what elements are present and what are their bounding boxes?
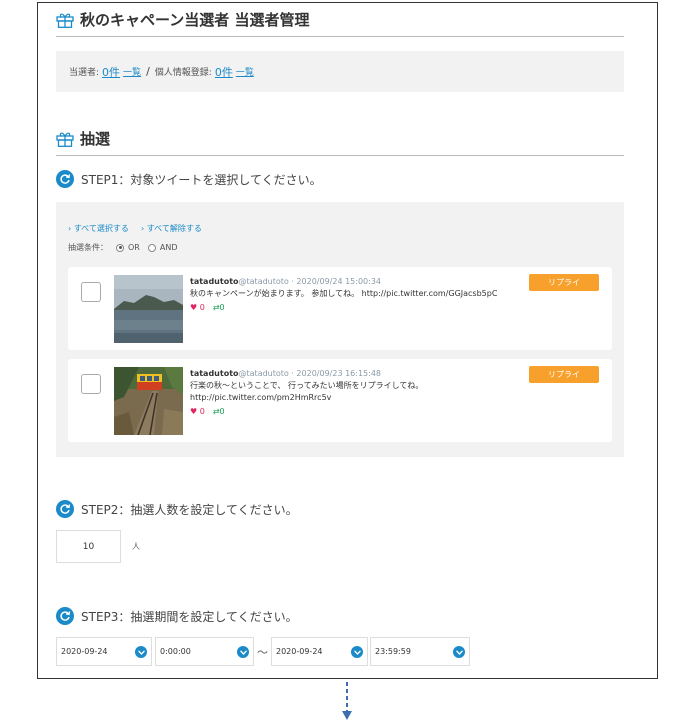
winner-count-unit: 人 (132, 542, 140, 551)
winners-list-link[interactable]: 一覧 (123, 65, 141, 78)
like-count: 0 (199, 303, 205, 312)
retweet-count-group: ⇄0 (213, 406, 225, 418)
retweet-icon: ⇄ (212, 303, 220, 312)
retweet-icon: ⇄ (212, 407, 220, 416)
start-date-select[interactable]: 2020-09-24 (56, 637, 152, 666)
condition-row: 抽選条件： OR AND (68, 242, 612, 253)
refresh-icon (56, 607, 74, 625)
radio-or[interactable] (116, 243, 124, 252)
tweet-card: tatadutoto@tatadutoto · 2020/09/23 16:15… (68, 359, 612, 442)
winner-summary: 当選者: 0件 一覧 / 個人情報登録: 0件 一覧 (56, 51, 624, 92)
heart-icon: ♥ (190, 407, 198, 416)
refresh-icon (56, 170, 74, 188)
tweet-stats: ♥ 0 ⇄0 (190, 302, 600, 314)
tweet-checkbox[interactable] (81, 374, 101, 394)
chevron-down-icon (453, 646, 465, 658)
start-date-value: 2020-09-24 (61, 647, 108, 656)
start-time-value: 0:00:00 (160, 647, 191, 656)
retweet-count-group: ⇄0 (213, 302, 225, 314)
winners-label: 当選者: (69, 68, 100, 78)
radio-or-label: OR (128, 243, 140, 252)
tweet-card: tatadutoto@tatadutoto · 2020/09/24 15:00… (68, 267, 612, 350)
content: 秋のキャペーン当選者 当選者管理 当選者: 0件 一覧 / 個人情報登録: 0件… (56, 3, 624, 666)
lottery-title: 抽選 (56, 122, 624, 156)
retweet-count: 0 (219, 407, 225, 416)
tweet-username[interactable]: tatadutoto (190, 369, 239, 378)
chevron-down-icon (135, 646, 147, 658)
step1-label: STEP1：対象ツイートを選択してください。 (81, 172, 322, 187)
end-date-select[interactable]: 2020-09-24 (271, 637, 368, 666)
condition-label: 抽選条件： (68, 243, 108, 252)
retweet-count: 0 (219, 303, 225, 312)
like-count: 0 (199, 407, 205, 416)
quick-actions: › すべて選択する › すべて解除する (68, 216, 612, 235)
tweet-username[interactable]: tatadutoto (190, 277, 239, 286)
step2-label: STEP2：抽選人数を設定してください。 (81, 502, 298, 517)
select-all-link[interactable]: › すべて選択する (68, 224, 129, 233)
chevron-down-icon (351, 646, 363, 658)
page-title: 秋のキャペーン当選者 当選者管理 (56, 3, 624, 37)
tweet-text-line: http://pic.twitter.com/pm2HmRrc5v (190, 393, 332, 402)
tweet-thumbnail (114, 367, 183, 435)
winner-count-row: 10 人 (56, 530, 624, 563)
arrow-down-icon (342, 682, 352, 720)
lottery-title-text: 抽選 (80, 130, 111, 148)
gift-icon (56, 132, 74, 147)
step3-label: STEP3：抽選期間を設定してください。 (81, 609, 298, 624)
registered-list-link[interactable]: 一覧 (236, 65, 254, 78)
page-title-text: 秋のキャペーン当選者 当選者管理 (80, 11, 310, 29)
summary-separator: / (146, 65, 150, 78)
like-count-group: ♥ 0 (190, 302, 205, 314)
step3-heading: STEP3：抽選期間を設定してください。 (56, 607, 624, 625)
tweet-selection-panel: › すべて選択する › すべて解除する 抽選条件： OR AND tatadut… (56, 202, 624, 457)
chevron-down-icon (237, 646, 249, 658)
winners-count-link[interactable]: 0件 (102, 64, 120, 80)
like-count-group: ♥ 0 (190, 406, 205, 418)
deselect-all-link[interactable]: › すべて解除する (141, 224, 202, 233)
registered-label: 個人情報登録: (154, 68, 212, 78)
radio-and[interactable] (147, 243, 156, 252)
end-time-value: 23:59:59 (375, 647, 411, 656)
period-separator: 〜 (257, 645, 268, 659)
tweet-thumbnail (114, 275, 183, 343)
tweet-meta: @tatadutoto · 2020/09/23 16:15:48 (238, 369, 382, 378)
main-frame: 秋のキャペーン当選者 当選者管理 当選者: 0件 一覧 / 個人情報登録: 0件… (37, 2, 658, 679)
end-date-value: 2020-09-24 (276, 647, 323, 656)
winner-count-input[interactable]: 10 (56, 530, 121, 563)
tweet-stats: ♥ 0 ⇄0 (190, 406, 600, 418)
heart-icon: ♥ (190, 303, 198, 312)
reply-button[interactable]: リプライ (529, 366, 599, 383)
tweet-checkbox[interactable] (81, 282, 101, 302)
refresh-icon (56, 500, 74, 518)
period-row: 2020-09-24 0:00:00 〜 2020-09-24 23:59:59 (56, 637, 624, 666)
step1-heading: STEP1：対象ツイートを選択してください。 (56, 170, 624, 188)
start-time-select[interactable]: 0:00:00 (155, 637, 254, 666)
tweet-meta: @tatadutoto · 2020/09/24 15:00:34 (238, 277, 382, 286)
gift-icon (56, 13, 74, 28)
registered-count-link[interactable]: 0件 (215, 64, 233, 80)
reply-button[interactable]: リプライ (529, 274, 599, 291)
end-time-select[interactable]: 23:59:59 (370, 637, 470, 666)
radio-and-label: AND (159, 243, 178, 252)
step2-heading: STEP2：抽選人数を設定してください。 (56, 500, 624, 518)
